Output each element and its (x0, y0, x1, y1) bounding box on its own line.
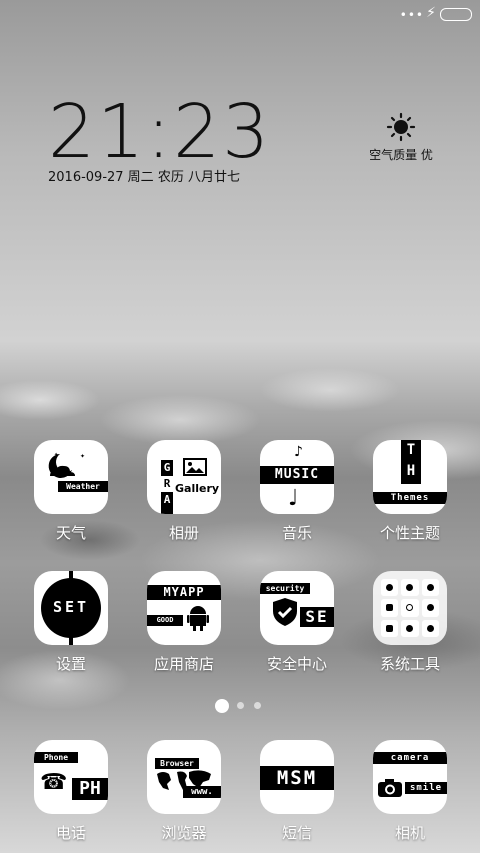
app-label: 浏览器 (161, 824, 207, 842)
mini-app-icon (421, 579, 439, 597)
browser-sub-text: www. (183, 786, 221, 798)
battery-icon (440, 8, 472, 21)
letter-r: R (161, 476, 173, 492)
letter-a: A (163, 493, 171, 506)
app-weather[interactable]: ✦ ✦ Weather 天气 (21, 440, 121, 543)
app-browser[interactable]: Browser www. 浏览器 (134, 740, 234, 843)
android-icon (187, 606, 209, 631)
app-music[interactable]: ♪ MUSIC ♩ 音乐 (247, 440, 347, 543)
security-sub-text: security (260, 583, 310, 594)
camera-sub-text: smile (405, 782, 447, 794)
shield-icon (273, 598, 297, 626)
settings-tile-text: SET (52, 598, 90, 616)
app-tools-folder[interactable]: 系统工具 (360, 571, 460, 674)
date-line[interactable]: 2016-09-27 周二 农历 八月廿七 (48, 166, 240, 185)
app-camera[interactable]: camera smile 相机 (360, 740, 460, 843)
mini-app-icon (421, 619, 439, 637)
app-label: 个性主题 (379, 524, 440, 542)
app-label: 安全中心 (266, 655, 327, 673)
camera-lens-icon (378, 779, 402, 797)
sun-icon (386, 112, 416, 142)
mini-app-icon (401, 599, 419, 617)
themes-icon: T H Themes (373, 440, 447, 514)
store-icon: MYAPP GOOD (147, 571, 221, 645)
store-tile-text: MYAPP (147, 585, 221, 600)
moon-cloud-icon: ✦ ✦ (48, 452, 85, 478)
app-security[interactable]: security SE 安全中心 (247, 571, 347, 674)
music-tile-text: MUSIC (260, 466, 334, 484)
mini-app-icon (401, 619, 419, 637)
notification-dots: ••• (399, 8, 424, 22)
app-themes[interactable]: T H Themes 个性主题 (360, 440, 460, 543)
mini-app-icon (401, 579, 419, 597)
wallpaper (0, 340, 480, 760)
mini-app-icon (421, 599, 439, 617)
page-dot[interactable] (254, 702, 261, 709)
gallery-icon: G R A Gallery (147, 440, 221, 514)
app-label: 音乐 (281, 524, 312, 542)
app-label: 应用商店 (153, 655, 214, 673)
mini-app-icon (381, 579, 399, 597)
app-label: 相机 (394, 824, 425, 842)
phone-sub-text: Phone (34, 752, 78, 763)
telephone-icon: ☎ (40, 770, 68, 795)
app-label: 电话 (55, 824, 86, 842)
security-icon: security SE (260, 571, 334, 645)
page-dot-active[interactable] (215, 699, 229, 713)
camera-tile-text: camera (373, 752, 447, 764)
weather-widget[interactable]: 空气质量 优 (356, 112, 446, 163)
status-bar: ••• ⚡ (0, 0, 480, 28)
app-sms[interactable]: MSM 短信 (247, 740, 347, 843)
mini-app-icon (381, 599, 399, 617)
page-indicator[interactable] (0, 698, 480, 714)
phone-icon: Phone ☎ PH (34, 740, 108, 814)
store-sub-text: GOOD (147, 615, 183, 626)
app-label: 系统工具 (379, 655, 440, 673)
app-phone[interactable]: Phone ☎ PH 电话 (21, 740, 121, 843)
air-quality-text: 空气质量 优 (369, 148, 433, 162)
letter-h: H (406, 463, 416, 479)
note-icon: ♩ (288, 486, 299, 511)
charging-icon: ⚡ (426, 5, 436, 21)
weather-tile-text: Weather (58, 481, 108, 492)
tools-folder-icon (373, 571, 447, 645)
letter-g: G (163, 461, 171, 474)
page-dot[interactable] (237, 702, 244, 709)
app-label: 短信 (281, 824, 312, 842)
settings-icon: SET (34, 571, 108, 645)
sms-tile-text: MSM (260, 766, 334, 790)
app-gallery[interactable]: G R A Gallery 相册 (134, 440, 234, 543)
letter-t: T (406, 442, 416, 458)
phone-tile-text: PH (72, 778, 108, 800)
camera-icon: camera smile (373, 740, 447, 814)
app-settings[interactable]: SET 设置 (21, 571, 121, 674)
svg-text:✦: ✦ (80, 453, 85, 460)
note-icon: ♪ (294, 444, 303, 460)
clock-time[interactable]: 21:23 (48, 92, 271, 172)
app-label: 天气 (55, 524, 86, 542)
app-label: 设置 (55, 655, 86, 673)
image-icon (183, 458, 207, 476)
app-store[interactable]: MYAPP GOOD 应用商店 (134, 571, 234, 674)
gallery-tile-text: Gallery (175, 482, 220, 495)
themes-tile-text: Themes (373, 492, 447, 504)
app-label: 相册 (168, 524, 199, 542)
music-icon: ♪ MUSIC ♩ (260, 440, 334, 514)
mini-app-icon (381, 619, 399, 637)
sms-icon: MSM (260, 740, 334, 814)
weather-icon: ✦ ✦ Weather (34, 440, 108, 514)
svg-text:✦: ✦ (54, 452, 58, 458)
security-tile-text: SE (300, 607, 334, 627)
browser-icon: Browser www. (147, 740, 221, 814)
